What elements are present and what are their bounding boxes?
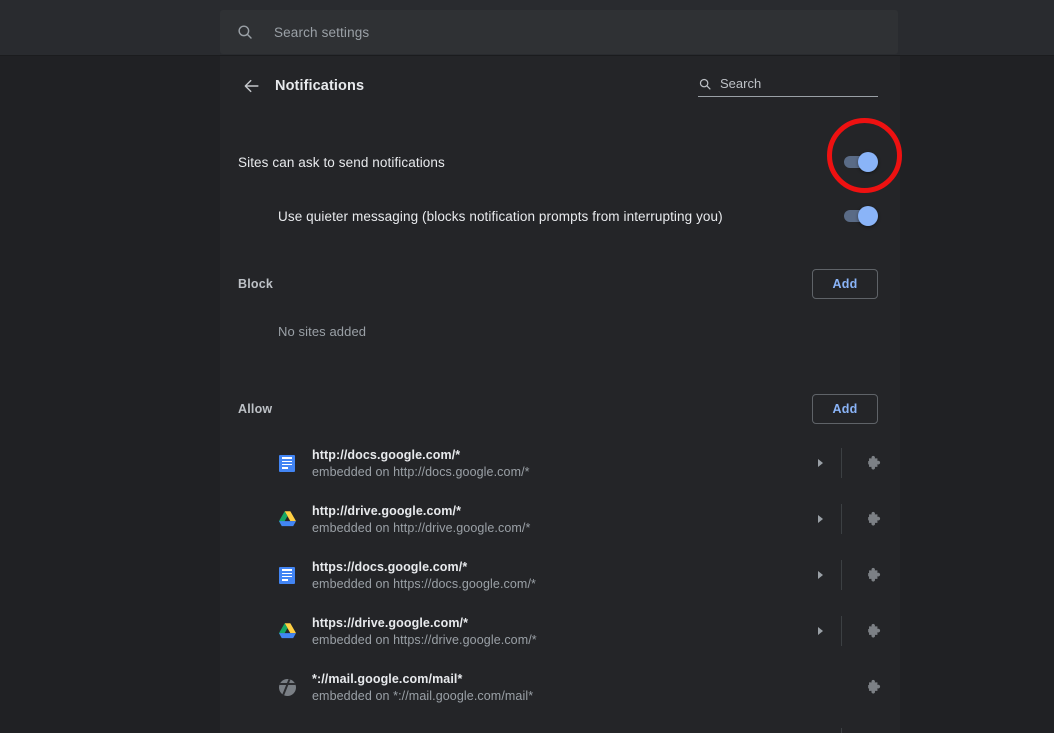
toggle-knob <box>858 152 878 172</box>
site-text: https://docs.google.com/* embedded on htt… <box>278 560 805 591</box>
panel-search-field[interactable]: Search <box>698 76 878 97</box>
allow-site-row[interactable]: http://drive.google.com/* embedded on htt… <box>220 491 900 547</box>
globe-icon <box>278 678 296 696</box>
site-action-button[interactable] <box>856 454 892 473</box>
allow-section-title: Allow <box>238 402 273 416</box>
chevron-right-icon <box>818 459 823 467</box>
settings-search-placeholder: Search settings <box>274 24 370 40</box>
site-text: http://drive.google.com/* embedded on htt… <box>278 504 805 535</box>
sites-can-ask-toggle[interactable] <box>844 152 878 172</box>
setting-label: Use quieter messaging (blocks notificati… <box>278 208 723 224</box>
site-row-actions <box>805 715 892 733</box>
site-text: https://drive.google.com/* embedded on ht… <box>278 616 805 647</box>
site-text: http://docs.google.com/* embedded on http… <box>278 448 805 479</box>
search-icon <box>699 78 711 90</box>
row-divider <box>841 448 842 478</box>
block-section-header: Block Add <box>220 258 900 310</box>
browser-settings-top-bar: Search settings <box>0 0 1054 56</box>
google-docs-icon <box>279 454 295 472</box>
setting-row-quieter-messaging[interactable]: Use quieter messaging (blocks notificati… <box>220 192 900 240</box>
puzzle-piece-icon <box>867 455 880 470</box>
site-row-actions <box>805 659 892 715</box>
site-action-button[interactable] <box>856 566 892 585</box>
site-embedded-label: embedded on *://mail.google.com/mail* <box>312 688 534 703</box>
puzzle-piece-icon <box>867 623 880 638</box>
chevron-right-icon <box>818 571 823 579</box>
site-row-actions <box>805 435 892 491</box>
site-embedded-label: embedded on http://drive.google.com/* <box>312 520 531 535</box>
row-divider <box>841 504 842 534</box>
site-url-label: *://mail.google.com/mail* <box>312 671 463 686</box>
google-drive-icon <box>278 623 296 639</box>
puzzle-piece-icon <box>867 679 880 694</box>
site-expand-button[interactable] <box>805 513 835 525</box>
allow-site-row[interactable]: https://docs.google.com/* embedded on htt… <box>220 547 900 603</box>
google-docs-icon <box>279 566 295 584</box>
site-embedded-label: embedded on http://docs.google.com/* <box>312 464 530 479</box>
site-favicon <box>278 510 296 528</box>
site-favicon <box>278 678 296 696</box>
site-expand-button[interactable] <box>805 625 835 637</box>
settings-search-box[interactable]: Search settings <box>220 10 898 54</box>
allow-section-header: Allow Add <box>220 383 900 435</box>
puzzle-piece-icon <box>867 511 880 526</box>
search-icon <box>238 25 252 39</box>
row-divider <box>841 728 842 733</box>
row-divider <box>841 560 842 590</box>
site-row-actions <box>805 547 892 603</box>
site-url-label: http://drive.google.com/* <box>312 503 462 518</box>
site-expand-button[interactable] <box>805 569 835 581</box>
site-action-button[interactable] <box>856 678 892 697</box>
allow-site-row[interactable]: http://docs.google.com/* embedded on http… <box>220 435 900 491</box>
block-add-button[interactable]: Add <box>812 269 878 299</box>
panel-header: Notifications Search <box>220 56 900 116</box>
block-section-title: Block <box>238 277 274 291</box>
allow-add-button[interactable]: Add <box>812 394 878 424</box>
allow-site-row[interactable]: https://drive.google.com/* embedded on ht… <box>220 603 900 659</box>
site-row-actions <box>805 491 892 547</box>
block-empty-message: No sites added <box>278 324 367 339</box>
site-url-label: http://docs.google.com/* <box>312 447 461 462</box>
setting-label: Sites can ask to send notifications <box>238 154 445 170</box>
site-embedded-label: embedded on https://drive.google.com/* <box>312 632 537 647</box>
google-drive-icon <box>278 511 296 527</box>
site-action-button[interactable] <box>856 622 892 641</box>
chevron-right-icon <box>818 515 823 523</box>
site-action-button[interactable] <box>856 510 892 529</box>
panel-search-placeholder: Search <box>720 76 762 91</box>
site-row-actions <box>805 603 892 659</box>
puzzle-piece-icon <box>867 567 880 582</box>
allow-site-list: http://docs.google.com/* embedded on http… <box>220 435 900 733</box>
setting-row-sites-can-ask[interactable]: Sites can ask to send notifications <box>220 138 900 186</box>
allow-site-row[interactable]: https://mail.google.com:443 <box>220 715 900 733</box>
back-button[interactable] <box>238 72 266 100</box>
site-favicon <box>278 622 296 640</box>
notifications-settings-panel: Notifications Search Sites can ask to se… <box>220 56 900 733</box>
back-arrow-icon <box>244 79 259 93</box>
site-favicon <box>278 454 296 472</box>
row-divider <box>841 616 842 646</box>
site-url-label: https://drive.google.com/* <box>312 615 469 630</box>
chevron-right-icon <box>818 627 823 635</box>
site-url-label: https://docs.google.com/* <box>312 559 468 574</box>
site-expand-button[interactable] <box>805 457 835 469</box>
quieter-messaging-toggle[interactable] <box>844 206 878 226</box>
site-text: *://mail.google.com/mail* embedded on *:/… <box>278 672 805 703</box>
page-title: Notifications <box>275 78 365 94</box>
allow-site-row[interactable]: *://mail.google.com/mail* embedded on *:/… <box>220 659 900 715</box>
settings-page: Search settings Notifications Search Sit… <box>0 0 1054 733</box>
site-favicon <box>278 566 296 584</box>
toggle-knob <box>858 206 878 226</box>
site-embedded-label: embedded on https://docs.google.com/* <box>312 576 536 591</box>
